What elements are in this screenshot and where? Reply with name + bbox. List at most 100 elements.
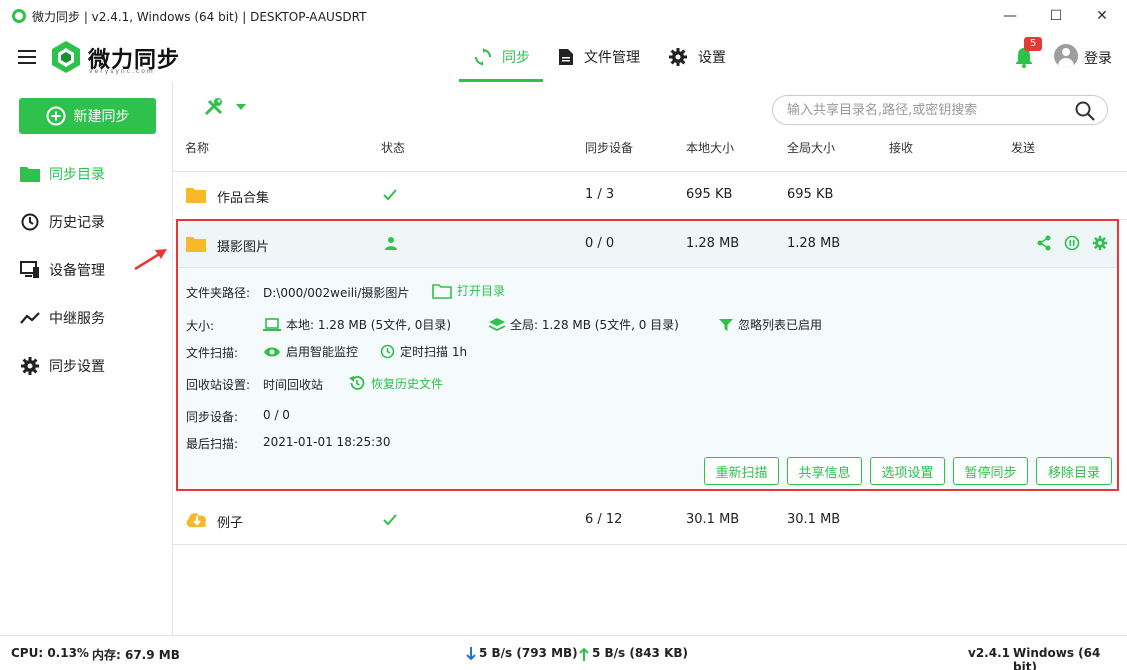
relay-icon — [20, 312, 40, 324]
open-directory-label: 打开目录 — [457, 284, 506, 298]
cloud-download-icon — [186, 513, 207, 527]
last-scan-value: 2021-01-01 18:25:30 — [263, 435, 391, 449]
close-button[interactable]: ✕ — [1079, 0, 1125, 32]
timed-scan-status[interactable]: 定时扫描 1h — [380, 343, 467, 360]
sidebar-item-relay[interactable]: 中继服务 — [20, 306, 105, 330]
gear-icon — [669, 48, 687, 66]
sync-icon — [475, 48, 491, 66]
sync-devices: 6 / 12 — [585, 512, 623, 527]
divider — [173, 171, 1127, 172]
tools-dropdown[interactable] — [203, 97, 247, 117]
restore-history-icon — [349, 376, 365, 390]
sidebar-item-label: 同步目录 — [49, 167, 105, 183]
chevron-down-icon — [236, 104, 246, 110]
sidebar-item-history[interactable]: 历史记录 — [20, 210, 105, 234]
folder-path-label: 文件夹路径: — [186, 286, 251, 300]
avatar[interactable] — [1054, 44, 1078, 68]
logo-subtext: verysync.com — [89, 68, 155, 75]
download-arrow-icon — [466, 647, 476, 661]
col-header-local-size: 本地大小 — [686, 141, 735, 155]
col-header-devices: 同步设备 — [585, 141, 634, 155]
sync-devices-value: 0 / 0 — [263, 408, 290, 422]
recycle-value: 时间回收站 — [263, 378, 324, 392]
ignore-list-status[interactable]: 忽略列表已启用 — [719, 316, 822, 333]
local-size-detail: 本地: 1.28 MB (5文件, 0目录) — [263, 316, 451, 333]
sidebar-item-sync-settings[interactable]: 同步设置 — [20, 354, 105, 378]
title-bar: 微力同步 | v2.4.1, Windows (64 bit) | DESKTO… — [0, 0, 1127, 32]
tab-file-management[interactable]: 文件管理 — [558, 32, 640, 82]
sidebar: 新建同步 同步目录 历史记录 设备管理 中继服务 同步设置 — [0, 82, 173, 635]
restore-history-link[interactable]: 恢复历史文件 — [348, 374, 443, 392]
tab-settings-label: 设置 — [698, 50, 726, 66]
share-icon[interactable] — [1036, 235, 1052, 251]
divider — [173, 544, 1127, 545]
open-directory-link[interactable]: 打开目录 — [432, 282, 505, 299]
col-header-name: 名称 — [185, 141, 210, 155]
table-row[interactable]: 摄影图片 0 / 0 1.28 MB 1.28 MB — [178, 221, 1117, 268]
file-icon — [559, 49, 573, 65]
devices-icon — [20, 261, 39, 278]
share-info-button[interactable]: 共享信息 — [787, 457, 862, 485]
minimize-button[interactable]: — — [987, 0, 1033, 32]
login-link[interactable]: 登录 — [1084, 48, 1112, 68]
options-button[interactable]: 选项设置 — [870, 457, 945, 485]
local-size-text: 本地: 1.28 MB (5文件, 0目录) — [286, 318, 452, 332]
folder-icon — [186, 237, 206, 252]
annotation-arrow-icon — [134, 249, 167, 271]
main-panel: 名称 状态 同步设备 本地大小 全局大小 接收 发送 作品合集 1 / 3 69… — [173, 82, 1127, 635]
app-header: 微力同步 verysync.com 同步 文件管理 设置 5 登录 — [0, 32, 1127, 82]
logo-icon — [52, 41, 80, 73]
sidebar-item-sync-folders[interactable]: 同步目录 — [20, 162, 105, 186]
file-scan-label: 文件扫描: — [186, 346, 239, 360]
upload-speed: 5 B/s (843 KB) — [592, 646, 689, 660]
menu-icon[interactable] — [18, 50, 36, 64]
filter-icon — [719, 318, 733, 331]
folder-name: 例子 — [217, 516, 244, 531]
new-sync-label: 新建同步 — [73, 109, 130, 125]
local-size: 1.28 MB — [686, 236, 740, 251]
memory-usage: 内存: 67.9 MB — [92, 648, 180, 662]
status-bar: CPU: 0.13% 内存: 67.9 MB 5 B/s (793 MB) 5 … — [0, 635, 1127, 670]
pause-sync-button[interactable]: 暂停同步 — [953, 457, 1028, 485]
rescan-button[interactable]: 重新扫描 — [704, 457, 779, 485]
eye-icon — [264, 347, 280, 356]
upload-arrow-icon — [579, 647, 589, 661]
col-header-receive: 接收 — [889, 141, 914, 155]
search-box — [772, 95, 1108, 125]
gear-icon — [21, 357, 39, 375]
ignore-list-text: 忽略列表已启用 — [738, 318, 823, 332]
global-size: 1.28 MB — [787, 236, 841, 251]
tools-icon — [204, 98, 223, 116]
person-icon — [385, 237, 397, 250]
app-icon — [12, 9, 26, 23]
tab-sync[interactable]: 同步 — [474, 32, 530, 82]
check-icon — [383, 514, 397, 526]
folder-name: 摄影图片 — [217, 240, 270, 255]
size-label: 大小: — [186, 319, 215, 333]
folder-path-value: D:\000/002weili/摄影图片 — [263, 286, 410, 300]
sidebar-item-devices[interactable]: 设备管理 — [20, 258, 105, 282]
global-size-detail: 全局: 1.28 MB (5文件, 0 目录) — [489, 316, 679, 333]
search-icon[interactable] — [1075, 101, 1095, 121]
smart-monitor-status[interactable]: 启用智能监控 — [263, 343, 358, 360]
gear-icon[interactable] — [1092, 235, 1108, 251]
folder-open-icon — [432, 283, 452, 299]
folder-name: 作品合集 — [217, 191, 270, 206]
global-size: 695 KB — [787, 187, 834, 202]
tab-sync-label: 同步 — [502, 50, 530, 66]
layers-icon — [489, 317, 505, 331]
last-scan-label: 最后扫描: — [186, 437, 239, 451]
os-label: Windows (64 bit) — [1013, 646, 1101, 670]
remove-folder-button[interactable]: 移除目录 — [1036, 457, 1112, 485]
new-sync-button[interactable]: 新建同步 — [19, 98, 156, 134]
pause-icon[interactable] — [1064, 235, 1080, 251]
sidebar-item-label: 中继服务 — [49, 311, 105, 327]
sync-devices: 0 / 0 — [585, 236, 615, 251]
plus-circle-icon — [46, 106, 65, 126]
search-input[interactable] — [787, 101, 1067, 119]
sidebar-item-label: 设备管理 — [49, 263, 105, 279]
col-header-send: 发送 — [1011, 141, 1036, 155]
maximize-button[interactable]: ☐ — [1033, 0, 1079, 32]
tab-settings[interactable]: 设置 — [668, 32, 726, 82]
check-icon — [383, 189, 397, 201]
